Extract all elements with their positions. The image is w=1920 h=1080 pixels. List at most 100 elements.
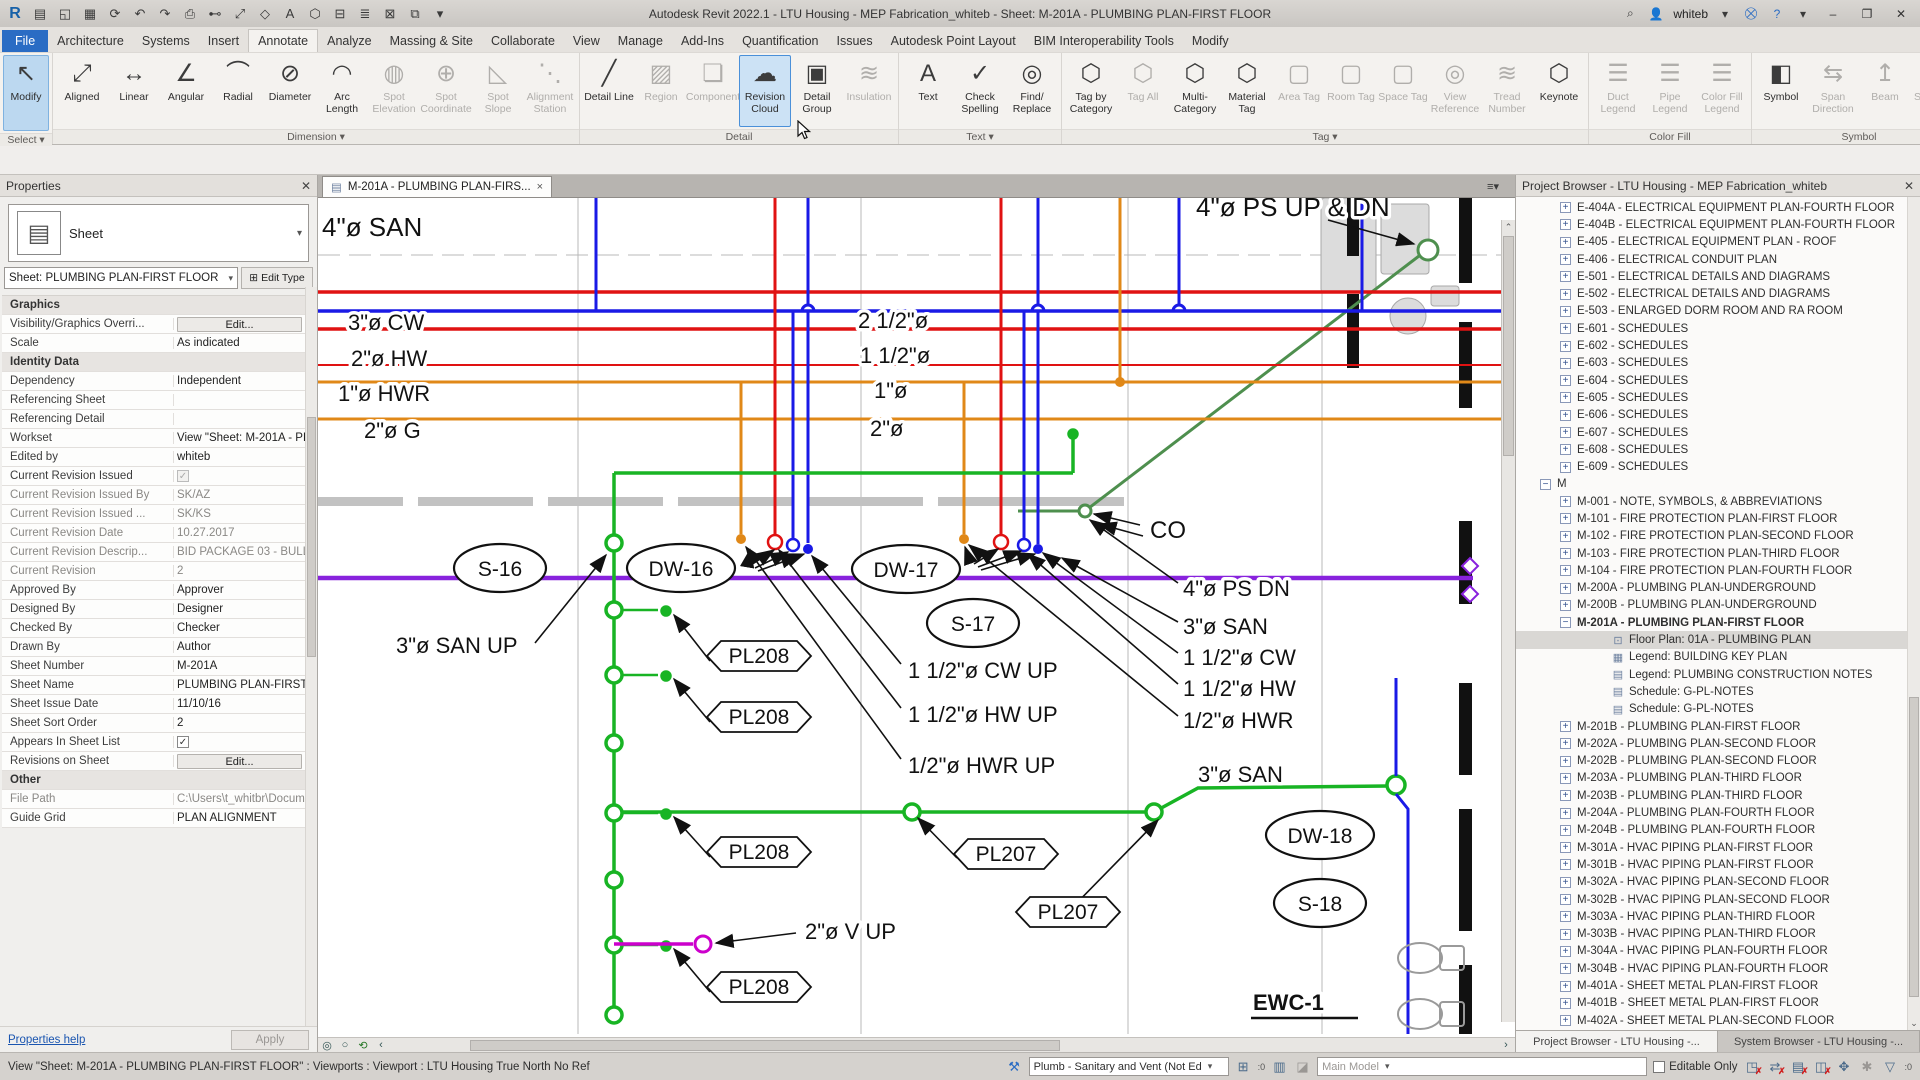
view-tabs-menu-icon[interactable]: ≡▾ [1487, 180, 1499, 193]
ribbon-tab[interactable]: Analyze [318, 30, 380, 52]
browser-row[interactable]: ▦ Legend: BUILDING KEY PLAN [1516, 649, 1920, 666]
ribbon-panel-label[interactable]: Text ▾ [899, 129, 1061, 144]
filter-icon[interactable]: ▽ [1881, 1059, 1898, 1075]
tree-expander[interactable]: + [1560, 323, 1571, 334]
ribbon-button[interactable]: ◎ Find/ Replace [1006, 55, 1058, 127]
property-row[interactable]: Referencing Detail ✓ [2, 410, 305, 429]
tree-expander[interactable]: + [1560, 1015, 1571, 1026]
ribbon-tab[interactable]: Architecture [48, 30, 133, 52]
tree-expander[interactable]: + [1560, 790, 1571, 801]
ribbon-button[interactable]: ☰ Pipe Legend [1644, 55, 1696, 127]
tree-expander[interactable]: + [1560, 531, 1571, 542]
active-workset-dropdown[interactable]: Plumb - Sanitary and Vent (Not Ed▾ [1029, 1057, 1229, 1076]
ribbon-button[interactable]: ∠ Angular [160, 55, 212, 127]
ribbon-button[interactable]: ✓ Check Spelling [954, 55, 1006, 127]
search-icon[interactable]: ⌕ [1621, 5, 1639, 23]
edit-type-button[interactable]: ⊞ Edit Type [241, 267, 313, 289]
relinquish-icon[interactable]: ◳✗ [1743, 1059, 1760, 1075]
tree-expander[interactable]: + [1560, 756, 1571, 767]
drawing-canvas[interactable]: S-16 DW-16 DW-17 S-17 DW-18 S-18 PL208 P… [318, 197, 1515, 1037]
browser-row[interactable]: + E-604 - SCHEDULES [1516, 372, 1920, 389]
ribbon-panel-label[interactable]: Color Fill [1589, 129, 1751, 144]
property-row[interactable]: File Path C:\Users\t_whitbr\Docume... C:… [2, 790, 305, 809]
tree-expander[interactable]: + [1560, 410, 1571, 421]
browser-row[interactable]: + E-404B - ELECTRICAL EQUIPMENT PLAN-FOU… [1516, 216, 1920, 233]
tree-expander[interactable]: + [1560, 773, 1571, 784]
tree-expander[interactable]: + [1560, 375, 1571, 386]
ribbon-panel-label[interactable]: Symbol [1752, 129, 1920, 144]
ribbon-button[interactable]: ◺ Spot Slope [472, 55, 524, 127]
tree-expander[interactable]: + [1560, 271, 1571, 282]
tree-expander[interactable]: + [1560, 842, 1571, 853]
app-store-icon[interactable]: ⛒ [1742, 5, 1760, 23]
help-icon[interactable]: ? [1768, 5, 1786, 23]
ribbon-button[interactable]: ⤢ Aligned [56, 55, 108, 127]
ribbon-button[interactable]: ⌒ Radial [212, 55, 264, 127]
browser-row[interactable]: + E-404A - ELECTRICAL EQUIPMENT PLAN-FOU… [1516, 199, 1920, 216]
ribbon-button[interactable]: ☰ Color Fill Legend [1696, 55, 1748, 127]
browser-row[interactable]: + E-601 - SCHEDULES [1516, 320, 1920, 337]
tree-expander[interactable]: + [1560, 341, 1571, 352]
checkbox[interactable]: ✓ [177, 470, 189, 482]
property-row[interactable]: Graphics ✓ [2, 296, 305, 315]
ribbon-button[interactable]: ▢ Space Tag [1377, 55, 1429, 127]
tree-expander[interactable]: + [1560, 496, 1571, 507]
browser-row[interactable]: + E-605 - SCHEDULES [1516, 389, 1920, 406]
ribbon-button[interactable]: A Text [902, 55, 954, 127]
browser-row[interactable]: + M-304B - HVAC PIPING PLAN-FOURTH FLOOR [1516, 960, 1920, 977]
browser-row[interactable]: + M-200A - PLUMBING PLAN-UNDERGROUND [1516, 580, 1920, 597]
minimize-button[interactable]: – [1820, 4, 1846, 24]
print-icon[interactable]: ⎙ [181, 5, 199, 23]
user-dropdown-icon[interactable]: ▾ [1716, 5, 1734, 23]
browser-row[interactable]: + M-103 - FIRE PROTECTION PLAN-THIRD FLO… [1516, 545, 1920, 562]
instance-selector[interactable]: Sheet: PLUMBING PLAN-FIRST FLOOR ▾ [4, 267, 238, 289]
customize-qat-icon[interactable]: ▾ [431, 5, 449, 23]
ribbon-button[interactable]: ⊘ Diameter [264, 55, 316, 127]
navigation-wheel-icon[interactable]: ◎ [318, 1039, 336, 1052]
ribbon-button[interactable]: ❏ Component [687, 55, 739, 127]
ribbon-panel-label[interactable]: Select ▾ [0, 133, 52, 146]
editable-elements-icon[interactable]: ⊞ [1235, 1059, 1252, 1075]
deny-request-icon[interactable]: ◫✗ [1812, 1059, 1829, 1075]
browser-row[interactable]: + M-104 - FIRE PROTECTION PLAN-FOURTH FL… [1516, 562, 1920, 579]
browser-row[interactable]: + M-101 - FIRE PROTECTION PLAN-FIRST FLO… [1516, 510, 1920, 527]
scroll-down-icon[interactable]: ⌄ [1908, 1017, 1920, 1030]
tree-expander[interactable]: + [1560, 929, 1571, 940]
browser-row[interactable]: + M-202B - PLUMBING PLAN-SECOND FLOOR [1516, 753, 1920, 770]
properties-help-link[interactable]: Properties help [8, 1034, 85, 1046]
request-edit-icon[interactable]: ⇄✗ [1766, 1059, 1783, 1075]
tree-expander[interactable]: + [1560, 565, 1571, 576]
tree-expander[interactable]: + [1560, 583, 1571, 594]
ribbon-button[interactable]: ▢ Area Tag [1273, 55, 1325, 127]
property-row[interactable]: Visibility/Graphics Overri... Edit... Ed… [2, 315, 305, 334]
property-row[interactable]: Designed By Designer Designer ✓ [2, 600, 305, 619]
tree-scrollbar[interactable]: ⌄ [1907, 197, 1920, 1030]
property-row[interactable]: Guide Grid PLAN ALIGNMENT PLAN ALIGNMENT… [2, 809, 305, 828]
apply-button[interactable]: Apply [231, 1030, 309, 1050]
browser-row[interactable]: + M-401B - SHEET METAL PLAN-FIRST FLOOR [1516, 995, 1920, 1012]
ribbon-panel-label[interactable]: Tag ▾ [1062, 129, 1588, 144]
browser-row[interactable]: + M-301B - HVAC PIPING PLAN-FIRST FLOOR [1516, 856, 1920, 873]
edit-button[interactable]: Edit... [177, 317, 302, 332]
user-icon[interactable]: 👤 [1647, 5, 1665, 23]
browser-row[interactable]: + M-303B - HVAC PIPING PLAN-THIRD FLOOR [1516, 925, 1920, 942]
ribbon-tab[interactable]: BIM Interoperability Tools [1025, 30, 1183, 52]
tree-expander[interactable]: + [1560, 600, 1571, 611]
vertical-scrollbar[interactable]: ⌃ [1501, 220, 1515, 1022]
ribbon-tab[interactable]: Annotate [248, 29, 318, 52]
ribbon-tab[interactable]: Systems [133, 30, 199, 52]
tree-expander[interactable]: − [1560, 617, 1571, 628]
property-row[interactable]: Checked By Checker Checker ✓ [2, 619, 305, 638]
tree-expander[interactable]: + [1560, 358, 1571, 369]
ribbon-button[interactable]: ↖ Modify [3, 55, 49, 131]
browser-row[interactable]: + M-203B - PLUMBING PLAN-THIRD FLOOR [1516, 787, 1920, 804]
tree-expander[interactable]: + [1560, 859, 1571, 870]
tree-expander[interactable]: + [1560, 513, 1571, 524]
property-row[interactable]: Revisions on Sheet Edit... Edit... ✓ [2, 752, 305, 771]
close-hidden-windows-icon[interactable]: ⊠ [381, 5, 399, 23]
tree-expander[interactable]: + [1560, 825, 1571, 836]
property-row[interactable]: Sheet Name PLUMBING PLAN-FIRST FL... PLU… [2, 676, 305, 695]
scroll-left-icon[interactable]: ‹ [372, 1039, 390, 1051]
sync-view-icon[interactable]: ⟲ [354, 1039, 372, 1052]
browser-row[interactable]: + M-102 - FIRE PROTECTION PLAN-SECOND FL… [1516, 528, 1920, 545]
